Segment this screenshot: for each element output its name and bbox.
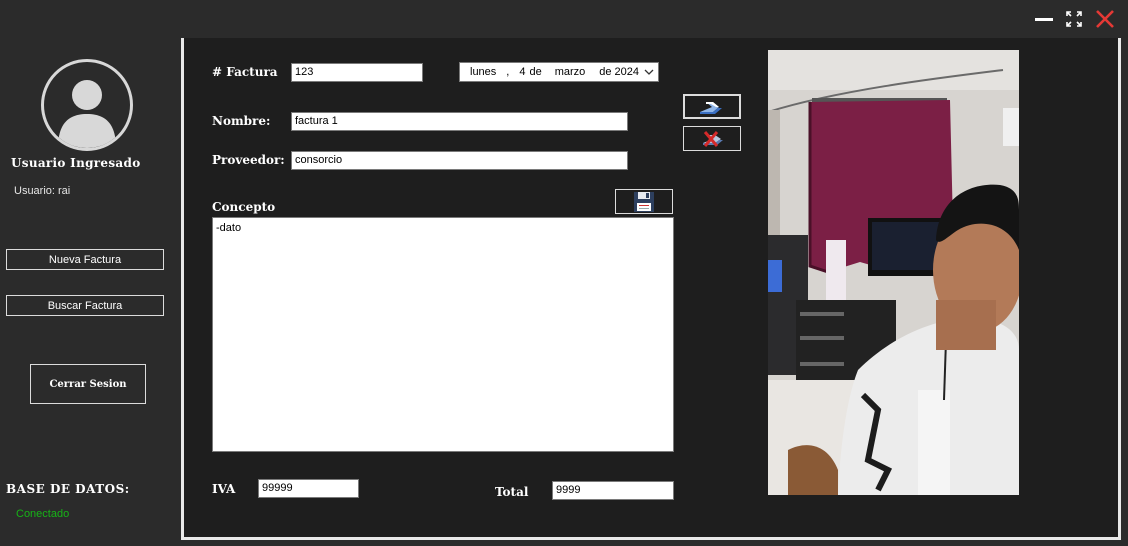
date-de-1: de	[529, 66, 542, 78]
next-button[interactable]	[683, 94, 741, 119]
concept-textarea[interactable]: -dato	[212, 217, 674, 452]
date-weekday: lunes	[470, 66, 497, 78]
arrow-forward-icon	[700, 101, 722, 114]
name-input[interactable]: factura 1	[291, 112, 628, 131]
new-invoice-button[interactable]: Nueva Factura	[6, 249, 164, 270]
logout-button[interactable]: Cerrar Sesion	[30, 364, 146, 404]
iva-label: IVA	[212, 482, 236, 496]
iva-input[interactable]: 99999	[258, 479, 359, 498]
date-year: 2024	[614, 66, 640, 78]
user-photo	[768, 50, 1019, 495]
provider-input[interactable]: consorcio	[291, 151, 628, 170]
provider-label: Proveedor:	[212, 153, 285, 167]
save-button[interactable]	[615, 189, 673, 214]
cancel-button[interactable]	[683, 126, 741, 151]
user-title: Usuario Ingresado	[11, 156, 141, 170]
concept-label: Concepto	[212, 200, 276, 214]
date-separator: ,	[506, 66, 510, 78]
chevron-down-icon[interactable]	[644, 66, 654, 81]
database-status: Conectado	[16, 508, 70, 520]
search-invoice-button[interactable]: Buscar Factura	[6, 295, 164, 316]
title-bar	[0, 0, 1128, 38]
date-day: 4	[519, 66, 526, 78]
sidebar: Usuario Ingresado Usuario: rai Nueva Fac…	[0, 38, 180, 546]
maximize-icon[interactable]	[1063, 8, 1085, 30]
cancel-icon	[703, 130, 723, 147]
close-icon[interactable]	[1094, 8, 1116, 30]
save-disk-icon	[634, 191, 654, 212]
minimize-icon[interactable]	[1033, 8, 1055, 30]
date-de-2: de	[599, 66, 612, 78]
user-label: Usuario: rai	[14, 185, 71, 197]
total-input[interactable]: 9999	[552, 481, 674, 500]
invoice-panel: # Factura 123 lunes , 4 de marzo de 2024…	[181, 38, 1121, 540]
invoice-number-input[interactable]: 123	[291, 63, 423, 82]
invoice-number-label: # Factura	[212, 65, 278, 79]
user-avatar-icon	[41, 59, 133, 151]
date-picker[interactable]: lunes , 4 de marzo de 2024	[459, 62, 659, 82]
name-label: Nombre:	[212, 114, 271, 128]
database-title: BASE DE DATOS:	[6, 482, 130, 496]
date-month: marzo	[554, 66, 586, 78]
total-label: Total	[495, 485, 529, 499]
